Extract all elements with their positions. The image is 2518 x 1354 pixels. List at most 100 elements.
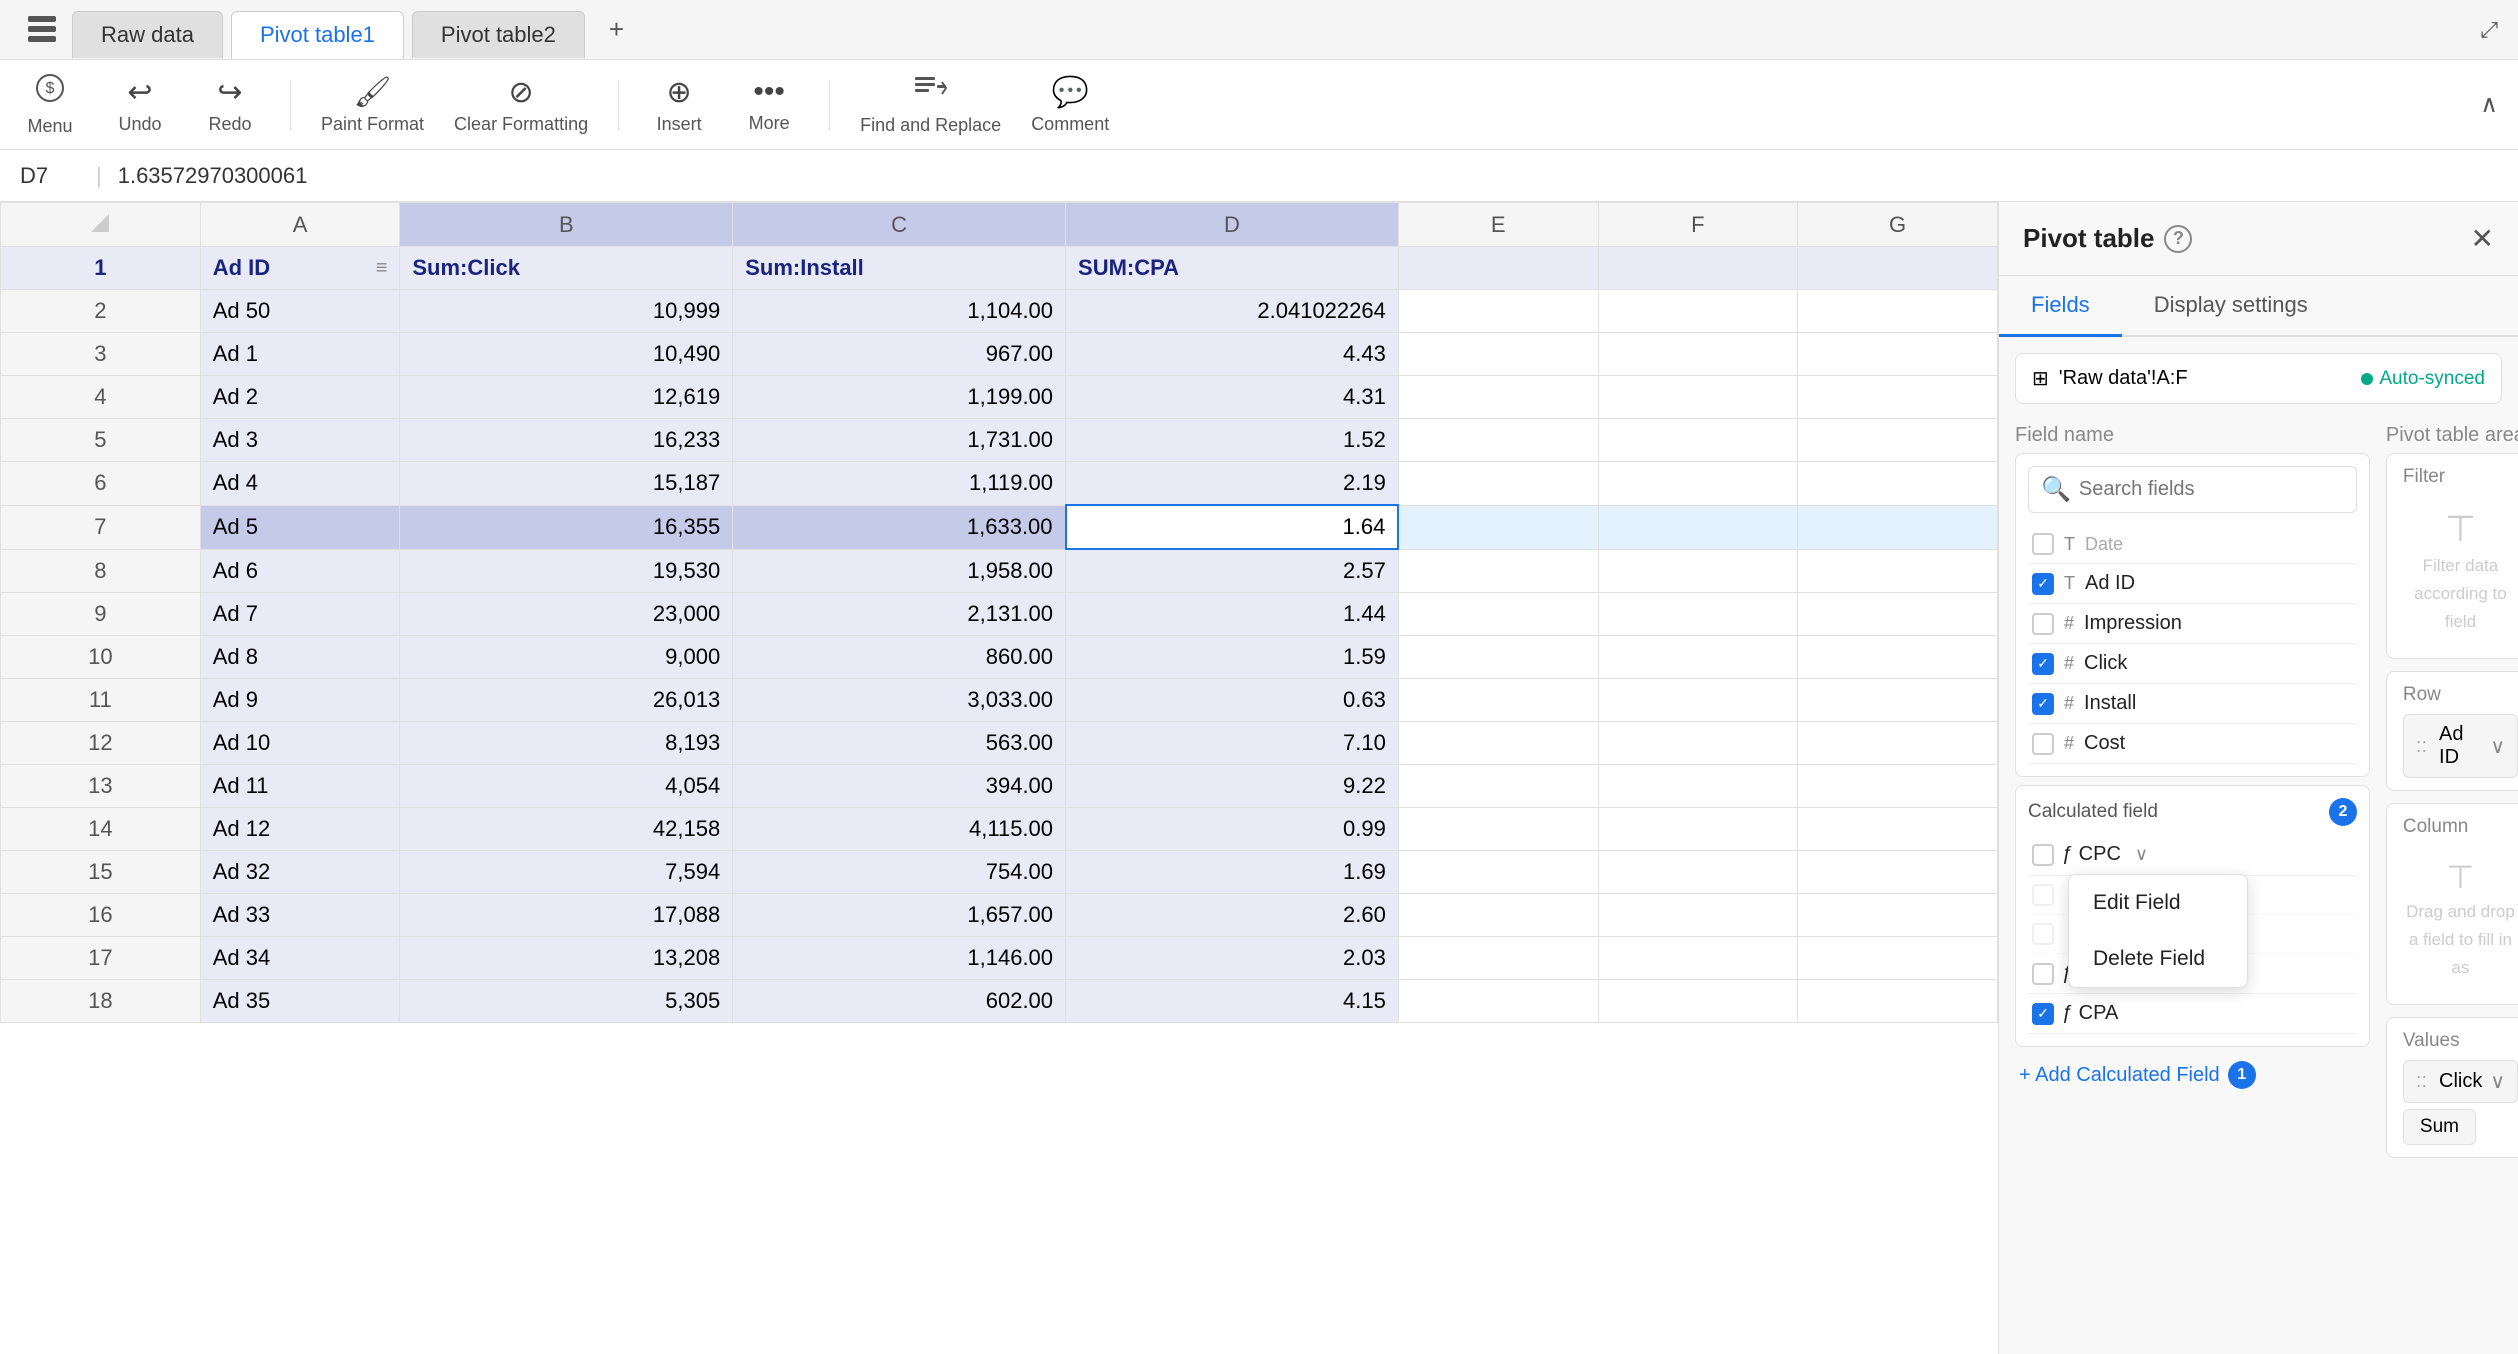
cell-e6[interactable] [1398, 462, 1598, 506]
cell-a11[interactable]: Ad 9 [200, 679, 400, 722]
undo-button[interactable]: ↩ Undo [110, 75, 170, 135]
cell-b1[interactable]: Sum:Click [400, 247, 733, 290]
filter-icon[interactable]: ≡ [376, 257, 388, 280]
cell-d5[interactable]: 1.52 [1066, 419, 1399, 462]
cell-c9[interactable]: 2,131.00 [733, 593, 1066, 636]
col-header-g[interactable]: G [1798, 203, 1998, 247]
cell-b13[interactable]: 4,054 [400, 765, 733, 808]
cell-d11[interactable]: 0.63 [1066, 679, 1399, 722]
find-replace-button[interactable]: Find and Replace [860, 73, 1001, 136]
cell-d2[interactable]: 2.041022264 [1066, 290, 1399, 333]
cell-g12[interactable] [1798, 722, 1998, 765]
add-calculated-field-button[interactable]: + Add Calculated Field 1 [2015, 1051, 2370, 1099]
cell-e16[interactable] [1398, 894, 1598, 937]
cell-a12[interactable]: Ad 10 [200, 722, 400, 765]
chevron-down-icon[interactable]: ∨ [2490, 734, 2505, 759]
cell-a16[interactable]: Ad 33 [200, 894, 400, 937]
cell-d14[interactable]: 0.99 [1066, 808, 1399, 851]
cell-d1[interactable]: SUM:CPA [1066, 247, 1399, 290]
cell-f3[interactable] [1598, 333, 1798, 376]
field-checkbox-blank1[interactable] [2032, 884, 2054, 906]
cell-c15[interactable]: 754.00 [733, 851, 1066, 894]
cell-f2[interactable] [1598, 290, 1798, 333]
cell-f6[interactable] [1598, 462, 1798, 506]
cell-a6[interactable]: Ad 4 [200, 462, 400, 506]
cell-g15[interactable] [1798, 851, 1998, 894]
cell-e13[interactable] [1398, 765, 1598, 808]
edit-field-button[interactable]: Edit Field [2069, 875, 2247, 931]
cell-d3[interactable]: 4.43 [1066, 333, 1399, 376]
cell-d16[interactable]: 2.60 [1066, 894, 1399, 937]
clear-formatting-button[interactable]: ⊘ Clear Formatting [454, 75, 588, 135]
field-checkbox-cpc[interactable] [2032, 844, 2054, 866]
tab-raw-data[interactable]: Raw data [72, 11, 223, 58]
cell-a17[interactable]: Ad 34 [200, 937, 400, 980]
cell-a7[interactable]: Ad 5 [200, 505, 400, 549]
cell-a10[interactable]: Ad 8 [200, 636, 400, 679]
cell-b12[interactable]: 8,193 [400, 722, 733, 765]
cell-b6[interactable]: 15,187 [400, 462, 733, 506]
cell-g1[interactable] [1798, 247, 1998, 290]
paint-format-button[interactable]: 🖌 Paint Format [321, 75, 424, 135]
cell-f10[interactable] [1598, 636, 1798, 679]
cell-d15[interactable]: 1.69 [1066, 851, 1399, 894]
cell-f4[interactable] [1598, 376, 1798, 419]
cell-b10[interactable]: 9,000 [400, 636, 733, 679]
cell-f12[interactable] [1598, 722, 1798, 765]
cell-c5[interactable]: 1,731.00 [733, 419, 1066, 462]
cell-f11[interactable] [1598, 679, 1798, 722]
cell-g17[interactable] [1798, 937, 1998, 980]
cell-d18[interactable]: 4.15 [1066, 980, 1399, 1023]
cell-d13[interactable]: 9.22 [1066, 765, 1399, 808]
cell-f14[interactable] [1598, 808, 1798, 851]
field-checkbox-date[interactable] [2032, 533, 2054, 555]
cell-d12[interactable]: 7.10 [1066, 722, 1399, 765]
cell-f7[interactable] [1598, 505, 1798, 549]
cell-f8[interactable] [1598, 549, 1798, 593]
tab-pivot-table1[interactable]: Pivot table1 [231, 11, 404, 59]
cell-g13[interactable] [1798, 765, 1998, 808]
cell-e12[interactable] [1398, 722, 1598, 765]
values-chevron-down-icon[interactable]: ∨ [2490, 1069, 2505, 1094]
tab-fields[interactable]: Fields [1999, 276, 2122, 337]
cell-c1[interactable]: Sum:Install [733, 247, 1066, 290]
field-checkbox-install[interactable]: ✓ [2032, 693, 2054, 715]
cell-a5[interactable]: Ad 3 [200, 419, 400, 462]
close-panel-button[interactable]: ✕ [2471, 222, 2494, 255]
spreadsheet[interactable]: A B C D E F G 1 Ad ID ≡ [0, 202, 1998, 1354]
cell-e10[interactable] [1398, 636, 1598, 679]
cell-a1[interactable]: Ad ID ≡ [200, 247, 400, 290]
cell-b11[interactable]: 26,013 [400, 679, 733, 722]
sheets-layers-icon[interactable] [20, 8, 64, 52]
cell-c12[interactable]: 563.00 [733, 722, 1066, 765]
cell-d10[interactable]: 1.59 [1066, 636, 1399, 679]
cell-g2[interactable] [1798, 290, 1998, 333]
cell-b5[interactable]: 16,233 [400, 419, 733, 462]
cell-c4[interactable]: 1,199.00 [733, 376, 1066, 419]
cell-f17[interactable] [1598, 937, 1798, 980]
search-input[interactable] [2079, 478, 2344, 501]
cell-c17[interactable]: 1,146.00 [733, 937, 1066, 980]
field-checkbox-impression[interactable] [2032, 613, 2054, 635]
cell-d8[interactable]: 2.57 [1066, 549, 1399, 593]
expand-icon[interactable]: ⤢ [2480, 17, 2498, 43]
col-header-b[interactable]: B [400, 203, 733, 247]
cell-d17[interactable]: 2.03 [1066, 937, 1399, 980]
cell-b15[interactable]: 7,594 [400, 851, 733, 894]
cell-e2[interactable] [1398, 290, 1598, 333]
cell-a9[interactable]: Ad 7 [200, 593, 400, 636]
cell-d9[interactable]: 1.44 [1066, 593, 1399, 636]
cell-f18[interactable] [1598, 980, 1798, 1023]
col-header-e[interactable]: E [1398, 203, 1598, 247]
cell-g5[interactable] [1798, 419, 1998, 462]
cell-a14[interactable]: Ad 12 [200, 808, 400, 851]
redo-button[interactable]: ↪ Redo [200, 75, 260, 135]
cell-a15[interactable]: Ad 32 [200, 851, 400, 894]
cell-e3[interactable] [1398, 333, 1598, 376]
cell-b16[interactable]: 17,088 [400, 894, 733, 937]
field-checkbox-weekday[interactable] [2032, 963, 2054, 985]
cell-c2[interactable]: 1,104.00 [733, 290, 1066, 333]
cell-f5[interactable] [1598, 419, 1798, 462]
cell-g10[interactable] [1798, 636, 1998, 679]
cell-b3[interactable]: 10,490 [400, 333, 733, 376]
